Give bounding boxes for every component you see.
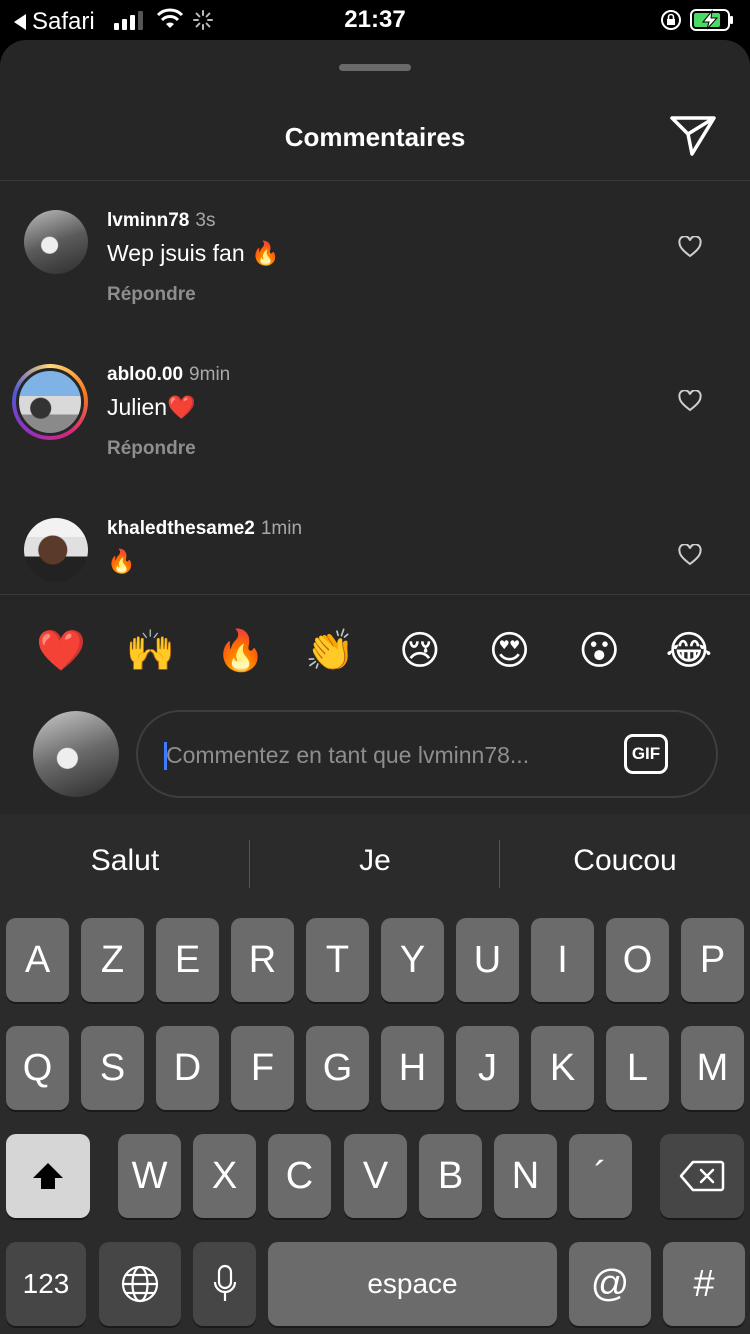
key-o[interactable]: O [606, 918, 669, 1002]
key-n[interactable]: N [494, 1134, 557, 1218]
key-e[interactable]: E [156, 918, 219, 1002]
comment-username[interactable]: khaledthesame2 1min [107, 518, 302, 540]
key-c[interactable]: C [268, 1134, 331, 1218]
quick-emoji-bar: ❤️ 🙌 🔥 👏 😢 😍 😮 😂 [17, 626, 733, 676]
avatar [16, 368, 84, 436]
microphone-icon [213, 1264, 236, 1301]
key-f[interactable]: F [231, 1026, 294, 1110]
key-h[interactable]: H [381, 1026, 444, 1110]
key-s[interactable]: S [81, 1026, 144, 1110]
at-key[interactable]: @ [569, 1242, 651, 1326]
emoji-crying-button[interactable]: 😢 [376, 626, 464, 676]
key-r[interactable]: R [231, 918, 294, 1002]
keyboard: Salut Je Coucou A Z E R T Y U I O P Q S … [0, 814, 750, 1334]
avatar[interactable] [24, 210, 88, 274]
username-text: khaledthesame2 [107, 518, 255, 539]
orientation-lock-icon [661, 10, 681, 30]
comment-input-placeholder: Commentez en tant que lvminn78... [166, 742, 530, 768]
key-a[interactable]: A [6, 918, 69, 1002]
emoji-clap-button[interactable]: 👏 [286, 626, 374, 676]
suggestion-3[interactable]: Coucou [500, 844, 750, 878]
comment-item: ablo0.00 9min Julien❤️ Répondre [0, 354, 750, 484]
dictation-key[interactable] [193, 1242, 256, 1326]
globe-icon [121, 1265, 159, 1303]
globe-key[interactable] [99, 1242, 181, 1326]
emoji-heart-eyes-button[interactable]: 😍 [466, 626, 554, 676]
key-d[interactable]: D [156, 1026, 219, 1110]
like-heart-icon[interactable] [678, 236, 702, 258]
comment-time: 1min [260, 518, 303, 539]
key-g[interactable]: G [306, 1026, 369, 1110]
emoji-laughing-button[interactable]: 😂 [645, 626, 733, 676]
avatar[interactable] [24, 518, 88, 582]
key-x[interactable]: X [193, 1134, 256, 1218]
username-text: ablo0.00 [107, 364, 184, 385]
comment-text: 🔥 [107, 548, 136, 574]
key-m[interactable]: M [681, 1026, 744, 1110]
text-cursor [164, 742, 167, 770]
sheet-title: Commentaires [284, 122, 466, 152]
key-w[interactable]: W [118, 1134, 181, 1218]
reply-button[interactable]: Répondre [107, 438, 196, 460]
key-v[interactable]: V [344, 1134, 407, 1218]
gif-button[interactable]: GIF [624, 734, 668, 774]
battery-charging-icon [690, 9, 733, 31]
numbers-key[interactable]: 123 [6, 1242, 86, 1326]
comment-text: Wep jsuis fan 🔥 [107, 240, 280, 266]
delete-key[interactable] [660, 1134, 744, 1218]
comment-time: 3s [195, 210, 216, 231]
reply-button[interactable]: Répondre [107, 284, 196, 306]
comment-text: Julien❤️ [107, 394, 196, 420]
suggestion-1[interactable]: Salut [0, 844, 250, 878]
key-i[interactable]: I [531, 918, 594, 1002]
space-key[interactable]: espace [268, 1242, 557, 1326]
comment-input[interactable]: Commentez en tant que lvminn78... GIF [136, 710, 718, 798]
emoji-fire-button[interactable]: 🔥 [196, 626, 284, 676]
current-user-avatar [33, 711, 119, 797]
suggestion-2[interactable]: Je [250, 844, 500, 878]
clock: 21:37 [344, 6, 406, 33]
key-t[interactable]: T [306, 918, 369, 1002]
key-l[interactable]: L [606, 1026, 669, 1110]
comment-time: 9min [189, 364, 231, 385]
emoji-surprised-button[interactable]: 😮 [555, 626, 643, 676]
comment-username[interactable]: ablo0.00 9min [107, 364, 230, 386]
username-text: lvminn78 [107, 210, 190, 231]
hash-key[interactable]: # [663, 1242, 745, 1326]
key-acute-accent[interactable]: ´ [569, 1134, 632, 1218]
key-y[interactable]: Y [381, 918, 444, 1002]
key-k[interactable]: K [531, 1026, 594, 1110]
key-p[interactable]: P [681, 918, 744, 1002]
key-j[interactable]: J [456, 1026, 519, 1110]
comment-username[interactable]: lvminn78 3s [107, 210, 215, 232]
key-z[interactable]: Z [81, 918, 144, 1002]
share-send-icon[interactable] [668, 112, 718, 158]
like-heart-icon[interactable] [678, 390, 702, 412]
emoji-raised-hands-button[interactable]: 🙌 [107, 626, 195, 676]
shift-key[interactable] [6, 1134, 90, 1218]
header-divider [0, 180, 750, 181]
comment-item: lvminn78 3s Wep jsuis fan 🔥 Répondre [0, 200, 750, 330]
shift-arrow-icon [33, 1163, 63, 1189]
key-q[interactable]: Q [6, 1026, 69, 1110]
avatar-story-ring[interactable] [12, 364, 88, 440]
comments-sheet: Commentaires lvminn78 3s Wep jsuis fan 🔥 … [0, 40, 750, 814]
backspace-icon [679, 1160, 725, 1192]
predictive-suggestions: Salut Je Coucou [0, 814, 750, 914]
status-bar: Safari 21:37 [0, 0, 750, 40]
emoji-heart-button[interactable]: ❤️ [17, 626, 105, 676]
key-u[interactable]: U [456, 918, 519, 1002]
like-heart-icon[interactable] [678, 544, 702, 566]
sheet-grabber[interactable] [339, 64, 411, 71]
key-b[interactable]: B [419, 1134, 482, 1218]
